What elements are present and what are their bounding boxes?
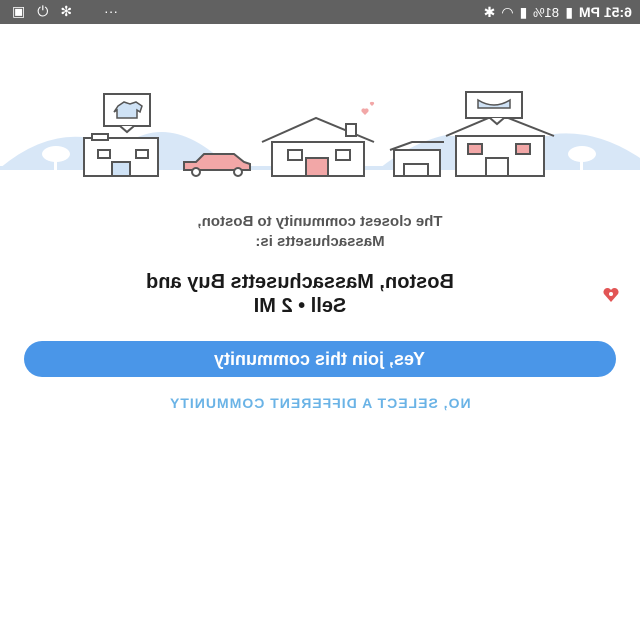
location-pin-icon [603,287,619,302]
building-left-icon [83,133,159,177]
shirt-bubble-icon [103,93,151,134]
select-different-community-link[interactable]: NO, SELECT A DIFFERENT COMMUNITY [60,395,580,411]
wifi-icon: ◠ [501,4,514,20]
community-illustration [0,91,640,177]
house-middle-icon [261,116,375,177]
signal-icon: ▮ [519,4,528,20]
photo-icon: ▣ [12,3,26,19]
join-community-button[interactable]: Yes, join this community [24,341,616,377]
intro-line-2: Massachusetts is: [255,233,385,250]
intro-line-1: The closest community to Boston, [197,213,443,230]
community-name-line-1: Boston, Massachusetts Buy and [146,271,454,293]
power-icon: ⏻ [37,3,49,19]
community-name: Boston, Massachusetts Buy and Sell • 2 M… [60,270,540,318]
hearts-decoration-icon [361,101,375,115]
status-left-icons: ▣ ⏻ ✻ ··· [12,3,118,19]
status-right-group: ✱ ◠ ▮ 81% ▮ 6:51 PM [484,4,632,20]
community-name-line-2: Sell • 2 MI [253,295,347,317]
closest-community-intro: The closest community to Boston, Massach… [120,212,520,252]
battery-percent: 81% [533,4,560,20]
status-bar: ▣ ⏻ ✻ ··· ✱ ◠ ▮ 81% ▮ 6:51 PM [0,0,640,24]
status-time: 6:51 PM [579,4,632,20]
bluetooth-icon: ✱ [483,4,496,20]
fan-icon: ✻ [60,3,73,19]
house-right-icon [389,112,555,177]
battery-icon: ▮ [565,4,574,20]
join-community-label: Yes, join this community [214,349,426,369]
more-dots-icon: ··· [104,3,119,19]
select-different-community-label: NO, SELECT A DIFFERENT COMMUNITY [169,395,471,411]
